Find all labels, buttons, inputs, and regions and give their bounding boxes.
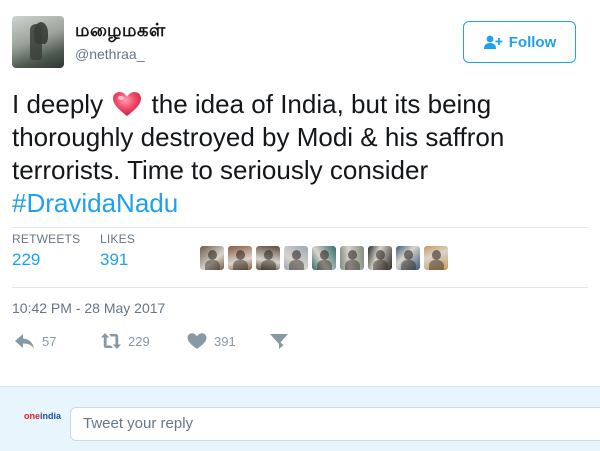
follow-button-label: Follow — [508, 33, 557, 51]
tweet-text: I deeply the idea of India, but its bein… — [12, 88, 592, 220]
retweets-label: RETWEETS — [12, 232, 81, 246]
liker-head-shape — [208, 250, 217, 260]
liker-body-shape — [345, 260, 360, 270]
divider-middle — [12, 287, 588, 288]
liker-body-shape — [205, 260, 220, 270]
retweet-button[interactable]: 229 — [100, 332, 150, 350]
reply-count: 57 — [42, 333, 57, 349]
user-handle[interactable]: @nethraa_ — [75, 46, 144, 62]
liker-avatar-8[interactable] — [396, 246, 420, 270]
liker-avatar-9[interactable] — [424, 246, 448, 270]
liker-avatar-6[interactable] — [340, 246, 364, 270]
retweets-value: 229 — [12, 250, 41, 269]
liker-head-shape — [404, 250, 413, 260]
liker-avatar-3[interactable] — [256, 246, 280, 270]
like-button[interactable]: 391 — [186, 332, 236, 350]
likes-value: 391 — [100, 250, 129, 269]
hashtag-link[interactable]: #DravidaNadu — [12, 188, 178, 218]
avatar-figure — [30, 24, 42, 60]
direct-message-button[interactable] — [268, 332, 290, 350]
liker-head-shape — [264, 250, 273, 260]
reply-bar: oneindia Tweet your reply — [0, 386, 600, 451]
likers-avatar-row — [200, 246, 448, 270]
tweet-timestamp[interactable]: 10:42 PM - 28 May 2017 — [12, 300, 165, 316]
retweets-stat[interactable]: RETWEETS 229 — [12, 232, 80, 270]
user-avatar[interactable] — [12, 16, 64, 68]
like-heart-icon — [187, 333, 207, 349]
follow-button[interactable]: Follow — [463, 21, 576, 63]
tweet-text-part-1: I deeply — [12, 89, 104, 119]
liker-body-shape — [373, 260, 388, 270]
likes-label: LIKES — [100, 232, 136, 246]
retweet-count: 229 — [128, 333, 150, 349]
liker-head-shape — [376, 250, 385, 260]
add-user-icon — [483, 35, 503, 49]
liker-head-shape — [236, 250, 245, 260]
liker-head-shape — [320, 250, 329, 260]
liker-avatar-4[interactable] — [284, 246, 308, 270]
liker-head-shape — [292, 250, 301, 260]
liker-body-shape — [289, 260, 304, 270]
reply-icon — [15, 334, 34, 349]
divider-top — [12, 227, 588, 228]
liker-body-shape — [429, 260, 444, 270]
reply-button[interactable]: 57 — [14, 332, 56, 350]
liker-avatar-1[interactable] — [200, 246, 224, 270]
direct-message-icon — [270, 334, 288, 349]
tweet-reply-input[interactable]: Tweet your reply — [70, 407, 600, 441]
liker-body-shape — [401, 260, 416, 270]
liker-avatar-2[interactable] — [228, 246, 252, 270]
oneindia-logo: oneindia — [24, 411, 62, 421]
liker-body-shape — [261, 260, 276, 270]
liker-body-shape — [317, 260, 332, 270]
liker-body-shape — [233, 260, 248, 270]
heart-icon — [113, 92, 142, 116]
retweet-icon — [101, 333, 121, 349]
like-count: 391 — [214, 333, 236, 349]
liker-avatar-5[interactable] — [312, 246, 336, 270]
liker-avatar-7[interactable] — [368, 246, 392, 270]
liker-head-shape — [432, 250, 441, 260]
likes-stat[interactable]: LIKES 391 — [100, 232, 135, 270]
liker-head-shape — [348, 250, 357, 260]
display-name[interactable]: மழைமகள் — [75, 20, 166, 43]
